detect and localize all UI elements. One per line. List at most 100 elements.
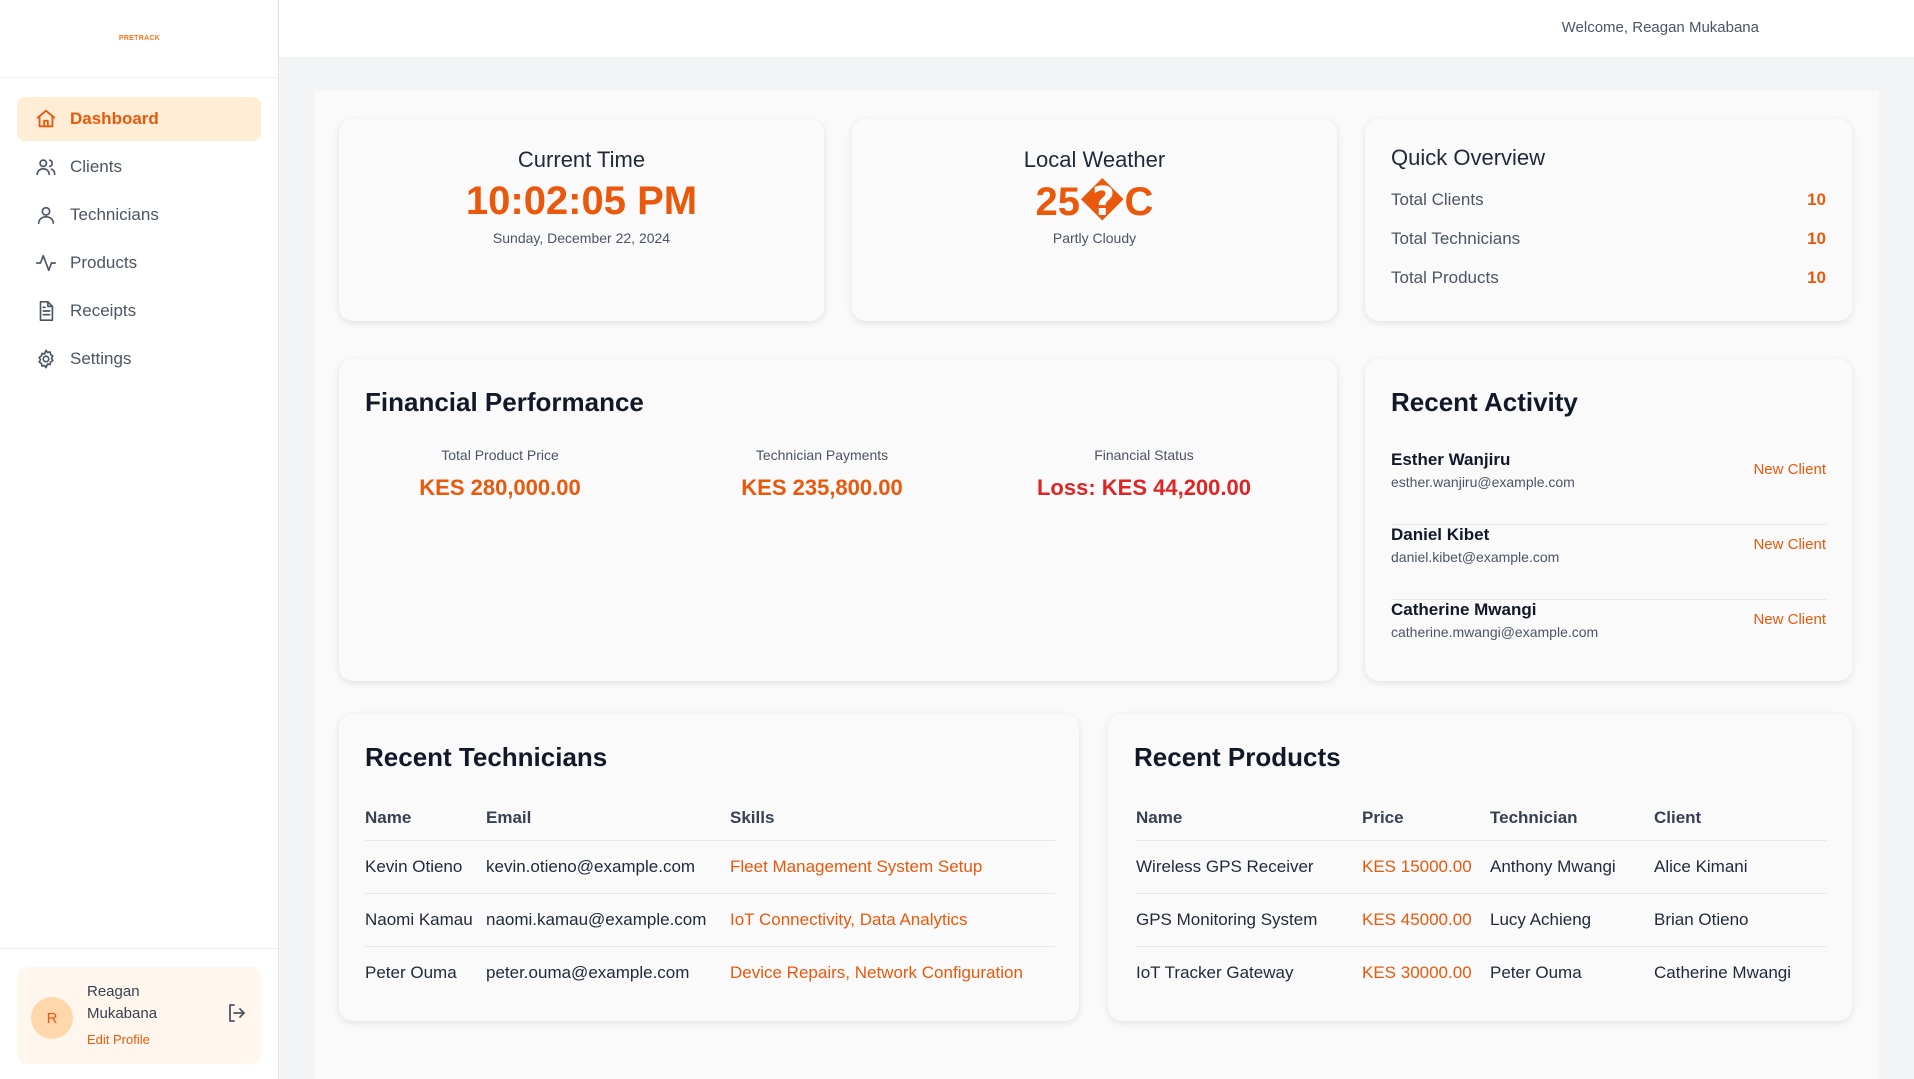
main-content: Current Time 10:02:05 PM Sunday, Decembe…: [279, 57, 1914, 1079]
cell-client: Brian Otieno: [1654, 893, 1826, 947]
technicians-table: Name Email Skills Kevin Otieno kevin.oti…: [365, 796, 1055, 999]
quick-overview-card: Quick Overview Total Clients 10 Total Te…: [1365, 119, 1852, 321]
card-title: Local Weather: [1023, 147, 1166, 172]
column-header: Price: [1362, 796, 1490, 841]
logo-text: PRETRACK: [118, 35, 161, 42]
metric-value: KES 280,000.00: [419, 475, 581, 500]
sidebar-item-technicians[interactable]: Technicians: [17, 193, 261, 237]
app-logo[interactable]: PRETRACK: [0, 0, 279, 78]
home-icon: [34, 107, 58, 131]
table-row[interactable]: Naomi Kamau naomi.kamau@example.com IoT …: [365, 893, 1055, 947]
table-header-row: Name Email Skills: [365, 796, 1055, 841]
column-header: Name: [365, 796, 486, 841]
activity-item[interactable]: Catherine Mwangi catherine.mwangi@exampl…: [1391, 600, 1826, 675]
activity-name: Catherine Mwangi: [1391, 600, 1537, 619]
activity-tag: New Client: [1753, 611, 1826, 628]
weather-card: Local Weather 25�C Partly Cloudy: [852, 119, 1337, 321]
cell-skills: Device Repairs, Network Configuration: [730, 962, 1023, 982]
activity-item[interactable]: Esther Wanjiru esther.wanjiru@example.co…: [1391, 450, 1826, 525]
cell-price: KES 15000.00: [1362, 840, 1490, 894]
table-header-row: Name Price Technician Client: [1136, 796, 1826, 841]
sidebar-item-products[interactable]: Products: [17, 241, 261, 285]
activity-email: esther.wanjiru@example.com: [1391, 474, 1575, 490]
cell-name: Wireless GPS Receiver: [1136, 840, 1362, 894]
table-row[interactable]: GPS Monitoring System KES 45000.00 Lucy …: [1136, 893, 1826, 947]
overview-row: Total Products 10: [1391, 268, 1826, 292]
activity-item[interactable]: Daniel Kibet daniel.kibet@example.com Ne…: [1391, 525, 1826, 600]
cell-name: Peter Ouma: [365, 962, 457, 982]
overview-value: 10: [1807, 190, 1826, 209]
products-table: Name Price Technician Client Wireless GP…: [1136, 796, 1826, 999]
sidebar-item-label: Dashboard: [70, 109, 159, 128]
current-time-card: Current Time 10:02:05 PM Sunday, Decembe…: [339, 119, 824, 321]
dashboard-panel: Current Time 10:02:05 PM Sunday, Decembe…: [314, 91, 1879, 1079]
overview-value: 10: [1807, 268, 1826, 287]
sidebar-item-label: Receipts: [70, 301, 137, 320]
activity-icon: [34, 251, 58, 275]
cell-skills: Fleet Management System Setup: [730, 840, 1055, 894]
column-header: Email: [486, 796, 730, 841]
financial-metric: Technician Payments KES 235,800.00: [661, 447, 983, 501]
weather-condition: Partly Cloudy: [1052, 230, 1137, 246]
column-header: Name: [1136, 796, 1362, 841]
top-header: Welcome, Reagan Mukabana: [279, 0, 1914, 57]
user-card: R Reagan Mukabana Edit Profile: [17, 967, 261, 1064]
sidebar-item-dashboard[interactable]: Dashboard: [17, 97, 261, 141]
user-name: Reagan Mukabana: [87, 983, 158, 1022]
card-title: Quick Overview: [1391, 145, 1546, 170]
recent-products-card: Recent Products Name Price Technician Cl…: [1108, 714, 1852, 1021]
section-title: Recent Activity: [1391, 387, 1578, 417]
financial-performance-card: Financial Performance Total Product Pric…: [339, 359, 1337, 681]
column-header: Technician: [1490, 796, 1654, 841]
sidebar-item-label: Settings: [70, 349, 132, 368]
financial-status-value: Loss: KES 44,200.00: [1036, 475, 1251, 500]
recent-technicians-card: Recent Technicians Name Email Skills Kev…: [339, 714, 1079, 1021]
overview-value: 10: [1807, 229, 1826, 248]
logout-icon[interactable]: [225, 1001, 251, 1027]
overview-row: Total Technicians 10: [1391, 229, 1826, 253]
metric-label: Technician Payments: [755, 447, 889, 463]
users-icon: [34, 155, 58, 179]
sidebar-nav: Dashboard Clients Technicians Products R…: [17, 97, 261, 385]
user-icon: [34, 203, 58, 227]
temperature-value: 25�C: [1035, 180, 1154, 224]
gear-icon: [34, 347, 58, 371]
table-row[interactable]: Kevin Otieno kevin.otieno@example.com Fl…: [365, 840, 1055, 894]
financial-metric: Financial Status Loss: KES 44,200.00: [983, 447, 1305, 501]
cell-technician: Anthony Mwangi: [1490, 840, 1654, 894]
table-row[interactable]: Wireless GPS Receiver KES 15000.00 Antho…: [1136, 840, 1826, 894]
sidebar-item-receipts[interactable]: Receipts: [17, 289, 261, 333]
activity-email: catherine.mwangi@example.com: [1391, 624, 1599, 640]
cell-technician: Peter Ouma: [1490, 962, 1582, 982]
table-row[interactable]: Peter Ouma peter.ouma@example.com Device…: [365, 946, 1055, 999]
cell-name: Naomi Kamau: [365, 893, 486, 947]
overview-row: Total Clients 10: [1391, 190, 1826, 214]
sidebar-item-label: Technicians: [70, 205, 159, 224]
cell-name: GPS Monitoring System: [1136, 893, 1362, 947]
cell-client: Alice Kimani: [1654, 840, 1826, 894]
section-title: Recent Products: [1134, 742, 1341, 772]
cell-email: naomi.kamau@example.com: [486, 893, 730, 947]
avatar[interactable]: R: [31, 997, 73, 1039]
cell-technician: Lucy Achieng: [1490, 893, 1654, 947]
edit-profile-link[interactable]: Edit Profile: [87, 1032, 150, 1047]
cell-client: Catherine Mwangi: [1654, 962, 1792, 982]
cell-name: Kevin Otieno: [365, 840, 486, 894]
current-time-value: 10:02:05 PM: [465, 179, 698, 223]
financial-metric: Total Product Price KES 280,000.00: [339, 447, 661, 501]
section-title: Recent Technicians: [365, 742, 608, 772]
cell-price: KES 30000.00: [1362, 962, 1472, 982]
column-header: Skills: [730, 796, 1055, 841]
sidebar-item-label: Products: [70, 253, 138, 272]
sidebar-item-clients[interactable]: Clients: [17, 145, 261, 189]
sidebar-item-label: Clients: [70, 157, 122, 176]
cell-skills: IoT Connectivity, Data Analytics: [730, 893, 1055, 947]
current-date: Sunday, December 22, 2024: [492, 230, 671, 246]
welcome-text: Welcome, Reagan Mukabana: [1561, 19, 1759, 36]
sidebar-item-settings[interactable]: Settings: [17, 337, 261, 381]
cell-name: IoT Tracker Gateway: [1136, 962, 1294, 982]
column-header: Client: [1654, 796, 1826, 841]
activity-tag: New Client: [1753, 461, 1826, 478]
table-row[interactable]: IoT Tracker Gateway KES 30000.00 Peter O…: [1136, 946, 1826, 999]
cell-price: KES 45000.00: [1362, 893, 1490, 947]
